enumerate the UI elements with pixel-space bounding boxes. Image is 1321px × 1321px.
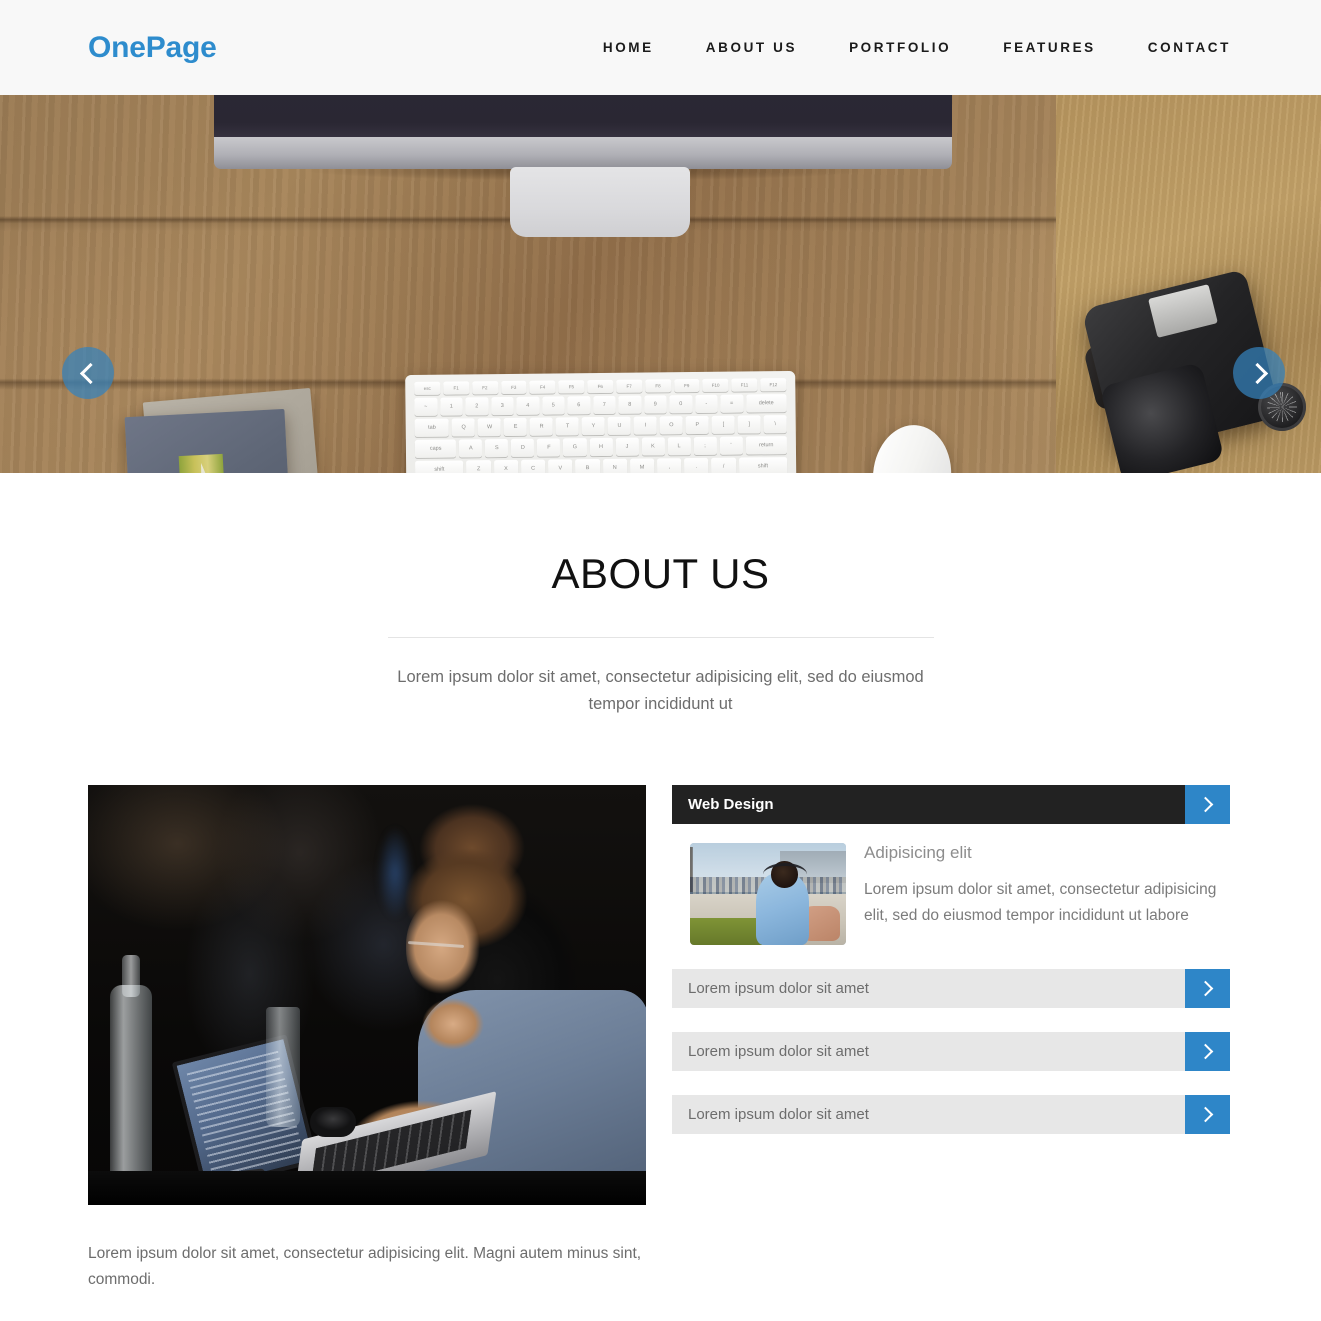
notebook-label bbox=[178, 453, 226, 473]
nav-item-contact[interactable]: CONTACT bbox=[1122, 40, 1231, 55]
imac-chin bbox=[214, 137, 952, 169]
chevron-right-icon bbox=[1197, 796, 1214, 812]
accordion-header-2[interactable]: Lorem ipsum dolor sit amet bbox=[672, 968, 1230, 1008]
photo-mouse bbox=[310, 1106, 356, 1137]
accordion-item-web-design: Web Design Adipisicing elit Lorem ipsum … bbox=[672, 784, 1230, 945]
accordion-thumbnail bbox=[690, 842, 846, 945]
imac-screen bbox=[214, 95, 952, 143]
hero-carousel: esc F1 F2 F3 F4 F5 F6 F7 F8 F9 F10 F11 F12 ~1 2 3 4… bbox=[0, 95, 1321, 473]
accordion-toggle-button[interactable] bbox=[1185, 1094, 1230, 1134]
photo-hand-on-chin bbox=[418, 994, 488, 1053]
accordion-item-2: Lorem ipsum dolor sit amet bbox=[672, 968, 1230, 1008]
main-navigation: HOME ABOUT US PORTFOLIO FEATURES CONTACT bbox=[577, 40, 1231, 55]
accordion-header-3[interactable]: Lorem ipsum dolor sit amet bbox=[672, 1031, 1230, 1071]
accordion: Web Design Adipisicing elit Lorem ipsum … bbox=[672, 784, 1230, 1134]
photo-drinking-glass bbox=[266, 1006, 300, 1127]
accordion-panel-body: Lorem ipsum dolor sit amet, consectetur … bbox=[864, 880, 1217, 925]
brand-logo[interactable]: OnePage bbox=[88, 32, 217, 63]
accordion-title: Lorem ipsum dolor sit amet bbox=[672, 1094, 1185, 1134]
accordion-panel-heading: Adipisicing elit bbox=[864, 842, 972, 862]
photo-water-bottle bbox=[110, 984, 152, 1185]
headphones-icon bbox=[763, 863, 807, 885]
accordion-panel-text: Adipisicing elit Lorem ipsum dolor sit a… bbox=[864, 843, 1230, 945]
nav-item-home[interactable]: HOME bbox=[577, 40, 680, 55]
carousel-next-button[interactable] bbox=[1233, 347, 1285, 399]
keyboard: esc F1 F2 F3 F4 F5 F6 F7 F8 F9 F10 F11 F12 ~1 2 3 4… bbox=[405, 370, 797, 473]
about-subtitle: Lorem ipsum dolor sit amet, consectetur … bbox=[397, 668, 924, 713]
nav-item-features[interactable]: FEATURES bbox=[977, 40, 1122, 55]
accordion-toggle-button[interactable] bbox=[1185, 1031, 1230, 1071]
nav-item-about-us[interactable]: ABOUT US bbox=[680, 40, 823, 55]
page-title: ABOUT US bbox=[551, 550, 770, 597]
accordion-title: Lorem ipsum dolor sit amet bbox=[672, 1031, 1185, 1071]
accordion-item-4: Lorem ipsum dolor sit amet bbox=[672, 1094, 1230, 1134]
accordion-title: Lorem ipsum dolor sit amet bbox=[672, 968, 1185, 1008]
chevron-right-icon bbox=[1197, 980, 1214, 996]
accordion-title: Web Design bbox=[672, 784, 1185, 824]
accordion-toggle-button[interactable] bbox=[1185, 784, 1230, 824]
photo-table-edge bbox=[88, 1170, 646, 1205]
about-section: ABOUT US Lorem ipsum dolor sit amet, con… bbox=[0, 473, 1321, 718]
chevron-right-icon bbox=[1246, 362, 1268, 384]
about-content: Lorem ipsum dolor sit amet, consectetur … bbox=[0, 784, 1321, 1294]
accordion-item-3: Lorem ipsum dolor sit amet bbox=[672, 1031, 1230, 1071]
chevron-left-icon bbox=[79, 362, 101, 384]
carousel-prev-button[interactable] bbox=[62, 347, 114, 399]
accordion-header-4[interactable]: Lorem ipsum dolor sit amet bbox=[672, 1094, 1230, 1134]
title-divider bbox=[387, 637, 934, 639]
accordion-header-web-design[interactable]: Web Design bbox=[672, 784, 1230, 824]
team-photo bbox=[88, 784, 646, 1205]
content-right-column: Web Design Adipisicing elit Lorem ipsum … bbox=[672, 784, 1233, 1134]
imac-stand bbox=[510, 167, 690, 237]
accordion-panel-web-design: Adipisicing elit Lorem ipsum dolor sit a… bbox=[672, 824, 1230, 945]
chevron-right-icon bbox=[1197, 1106, 1214, 1122]
photo-person-front-face bbox=[406, 896, 490, 1001]
nav-item-portfolio[interactable]: PORTFOLIO bbox=[823, 40, 977, 55]
content-left-column: Lorem ipsum dolor sit amet, consectetur … bbox=[88, 784, 646, 1294]
chevron-right-icon bbox=[1197, 1043, 1214, 1059]
content-caption: Lorem ipsum dolor sit amet, consectetur … bbox=[88, 1244, 642, 1289]
site-header: OnePage HOME ABOUT US PORTFOLIO FEATURES… bbox=[0, 0, 1321, 95]
thumb-grass bbox=[690, 918, 762, 945]
accordion-toggle-button[interactable] bbox=[1185, 968, 1230, 1008]
